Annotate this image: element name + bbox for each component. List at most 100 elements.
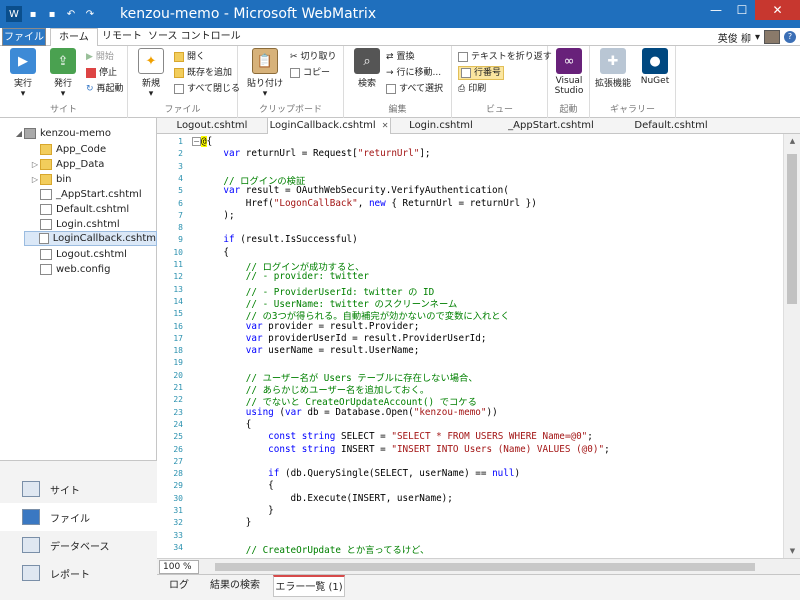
nav-reports[interactable]: レポート [0, 559, 157, 587]
tab-find-results[interactable]: 結果の検索 [197, 575, 273, 597]
code-line[interactable]: var result = OAuthWebSecurity.VerifyAuth… [201, 185, 508, 196]
zoom-select[interactable]: 100 % ▾ [159, 560, 199, 584]
nav-files[interactable]: ファイル [0, 503, 157, 531]
hscroll-thumb[interactable] [215, 563, 755, 571]
line-number: 25 [173, 432, 183, 442]
doc-tab[interactable]: Login.cshtml [391, 118, 491, 134]
code-line[interactable]: var providerUserId = result.ProviderUser… [201, 333, 487, 344]
visual-studio-button[interactable]: ∞ Visual Studio [550, 48, 588, 96]
undo-icon[interactable]: ↶ [63, 6, 79, 22]
add-existing-button[interactable]: 既存を追加 [174, 66, 232, 80]
expand-icon[interactable]: ▷ [30, 172, 40, 187]
code-line[interactable]: const string INSERT = "INSERT INTO Users… [201, 444, 610, 455]
vertical-scrollbar[interactable]: ▲ ▼ [783, 134, 800, 558]
tree-item[interactable]: Logout.cshtml [30, 247, 127, 262]
code-line[interactable]: // - provider: twitter [201, 271, 369, 282]
close-button[interactable]: ✕ [755, 0, 800, 20]
line-number: 7 [178, 210, 183, 220]
help-icon[interactable]: ? [784, 31, 796, 43]
nav-site[interactable]: サイト [0, 475, 157, 503]
select-all-button[interactable]: すべて選択 [386, 82, 443, 96]
copy-button[interactable]: コピー [290, 66, 330, 80]
close-all-button[interactable]: すべて閉じる [174, 82, 240, 96]
replace-button[interactable]: ⇄ 置換 [386, 50, 415, 64]
code-line[interactable]: const string SELECT = "SELECT * FROM USE… [201, 431, 593, 442]
code-line[interactable]: Href("LogonCallBack", new { ReturnUrl = … [201, 198, 537, 209]
tree-item[interactable]: web.config [30, 262, 110, 277]
doc-tab[interactable]: _AppStart.cshtml [491, 118, 611, 134]
line-number: 19 [173, 358, 183, 368]
doc-tab-active[interactable]: LoginCallback.cshtml ✕ [267, 118, 391, 135]
tree-item[interactable]: _AppStart.cshtml [30, 187, 142, 202]
print-button[interactable]: ⎙ 印刷 [458, 82, 486, 96]
line-number: 27 [173, 456, 183, 466]
collapse-icon[interactable]: ◢ [14, 126, 24, 141]
binoculars-icon: ⌕ [354, 48, 380, 74]
code-line[interactable]: if (db.QuerySingle(SELECT, userName) == … [201, 468, 520, 479]
run-icon: ▶ [10, 48, 36, 74]
line-numbers-button[interactable]: 行番号 [458, 66, 505, 80]
code-line[interactable]: var userName = result.UserName; [201, 345, 420, 356]
tree-item[interactable]: ▷ bin [30, 172, 71, 187]
code-line[interactable]: if (result.IsSuccessful) [201, 234, 357, 245]
code-line[interactable]: { [201, 247, 229, 258]
tree-item-selected[interactable]: LoginCallback.cshtm [24, 231, 157, 246]
start-button[interactable]: ▶ 開始 [86, 50, 114, 64]
code-line[interactable]: // CreateOrUpdate とか言ってるけど、 [201, 542, 430, 556]
new-button[interactable]: ✦ 新規 ▾ [132, 48, 170, 99]
close-tab-icon[interactable]: ✕ [382, 121, 389, 130]
tab-error-list[interactable]: エラー一覧 (1) [273, 575, 345, 597]
line-number: 30 [173, 493, 183, 503]
tree-item[interactable]: Default.cshtml [30, 202, 129, 217]
code-line[interactable]: ); [201, 210, 234, 221]
code-line[interactable]: using (var db = Database.Open("kenzou-me… [201, 407, 498, 418]
scrollbar-thumb[interactable] [787, 154, 797, 304]
extensions-button[interactable]: ✚ 拡張機能 [594, 48, 632, 89]
goto-line-button[interactable]: → 行に移動... [386, 66, 441, 80]
tree-root[interactable]: ◢ kenzou-memo [14, 126, 111, 141]
horizontal-scrollbar[interactable] [205, 561, 783, 573]
nuget-button[interactable]: ● NuGet [636, 48, 674, 86]
publish-icon: ⇪ [50, 48, 76, 74]
tree-item[interactable]: Login.cshtml [30, 217, 120, 232]
tree-item[interactable]: App_Code [30, 142, 106, 157]
tab-file[interactable]: ファイル [2, 28, 46, 46]
line-number: 9 [178, 235, 183, 245]
scroll-down-icon[interactable]: ▼ [784, 544, 800, 558]
code-line[interactable]: @{ [201, 136, 212, 147]
maximize-button[interactable]: ☐ [729, 0, 755, 20]
code-line[interactable]: { [201, 480, 274, 491]
stop-button[interactable]: 停止 [86, 66, 117, 80]
code-line[interactable]: } [201, 505, 274, 516]
code-line[interactable]: db.Execute(INSERT, userName); [201, 493, 453, 504]
tab-log[interactable]: ログ [161, 575, 197, 597]
tab-source-control[interactable]: ソース コントロール [140, 28, 249, 46]
code-editor[interactable]: 1 2 3 4 5 6 7 8 9 10 11 12 13 14 15 16 17 18 19 20 21 22 23 24 2… [157, 134, 800, 558]
doc-tab[interactable]: Default.cshtml [611, 118, 731, 134]
code-line[interactable]: { [201, 419, 252, 430]
save-icon[interactable]: ▪ [25, 6, 41, 22]
publish-button[interactable]: ⇪ 発行 ▾ [44, 48, 82, 99]
restart-button[interactable]: ↻ 再起動 [86, 82, 124, 96]
redo-icon[interactable]: ↷ [82, 6, 98, 22]
tree-item[interactable]: ▷ App_Data [30, 157, 104, 172]
collapse-region-icon[interactable]: − [192, 137, 201, 146]
code-line[interactable]: var returnUrl = Request["returnUrl"]; [201, 148, 430, 159]
nav-database[interactable]: データベース [0, 531, 157, 559]
search-button[interactable]: ⌕ 検索 [348, 48, 386, 89]
minimize-button[interactable]: — [703, 0, 729, 20]
code-line[interactable]: var provider = result.Provider; [201, 321, 420, 332]
doc-tab[interactable]: Logout.cshtml [157, 118, 267, 134]
code-line[interactable]: } [201, 517, 252, 528]
save-all-icon[interactable]: ▪ [44, 6, 60, 22]
tab-home[interactable]: ホーム [50, 28, 98, 47]
run-button[interactable]: ▶ 実行 ▾ [4, 48, 42, 99]
scroll-up-icon[interactable]: ▲ [784, 134, 800, 148]
user-area[interactable]: 英俊 柳 ▾ ? [718, 28, 796, 46]
open-button[interactable]: 開く [174, 50, 205, 64]
cut-button[interactable]: ✂ 切り取り [290, 50, 337, 64]
wrap-text-button[interactable]: テキストを折り返す [458, 50, 552, 64]
paste-button[interactable]: 📋 貼り付け ▾ [246, 48, 284, 99]
expand-icon[interactable]: ▷ [30, 157, 40, 172]
line-number: 12 [173, 272, 183, 282]
